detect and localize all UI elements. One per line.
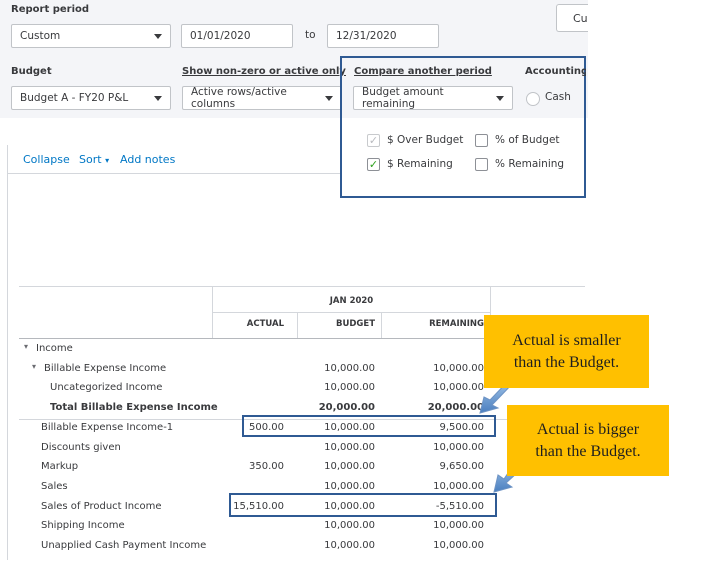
report-period-value: Custom bbox=[20, 30, 61, 42]
sort-link[interactable]: Sort ▾ bbox=[79, 153, 109, 166]
cell-budget[interactable]: 10,000.00 bbox=[298, 363, 375, 374]
cell-budget[interactable]: 10,000.00 bbox=[298, 382, 375, 393]
row-label: Shipping Income bbox=[41, 520, 125, 532]
column-divider bbox=[212, 287, 213, 339]
chevron-down-icon bbox=[496, 95, 504, 101]
cell-budget[interactable]: 10,000.00 bbox=[298, 481, 375, 492]
date-from-input[interactable]: 01/01/2020 bbox=[181, 24, 293, 48]
compare-period-highlight bbox=[340, 56, 586, 198]
collapse-link[interactable]: Collapse bbox=[23, 153, 70, 166]
show-nonzero-label[interactable]: Show non-zero or active only bbox=[182, 66, 346, 77]
over-budget-label: $ Over Budget bbox=[387, 134, 464, 146]
row-divider bbox=[19, 557, 585, 558]
callout-smaller-line2: than the Budget. bbox=[513, 353, 620, 371]
cell-remaining[interactable]: 10,000.00 bbox=[382, 540, 484, 551]
caret-down-icon: ▾ bbox=[105, 156, 110, 165]
callout-bigger-line1: Actual is bigger bbox=[536, 420, 640, 438]
cash-radio[interactable] bbox=[526, 92, 540, 106]
cell-remaining[interactable]: 10,000.00 bbox=[382, 382, 484, 393]
row-label: Uncategorized Income bbox=[50, 382, 163, 394]
chevron-down-icon bbox=[154, 33, 162, 39]
row-label: Markup bbox=[41, 461, 79, 473]
cell-remaining[interactable]: 9,650.00 bbox=[382, 461, 484, 472]
row-label: Total Billable Expense Income bbox=[50, 402, 218, 414]
row-label: Billable Expense Income bbox=[44, 362, 167, 374]
percent-of-budget-label: % of Budget bbox=[495, 134, 560, 146]
percent-of-budget-checkbox[interactable] bbox=[475, 134, 488, 147]
table-row: Unapplied Cash Payment Income 10,000.00 10… bbox=[0, 538, 590, 558]
chevron-down-icon bbox=[325, 95, 333, 101]
row-label: Billable Expense Income-1 bbox=[41, 421, 174, 433]
over-budget-checkbox[interactable]: ✓ bbox=[367, 134, 380, 147]
budget-value: Budget A - FY20 P&L bbox=[20, 92, 129, 104]
callout-bigger: Actual is bigger than the Budget. bbox=[507, 405, 669, 476]
chevron-down-icon[interactable]: ▾ bbox=[24, 342, 28, 351]
column-header-remaining: REMAINING bbox=[429, 319, 484, 329]
table-row: Shipping Income 10,000.00 10,000.00 bbox=[0, 518, 590, 538]
chevron-down-icon[interactable]: ▾ bbox=[32, 362, 36, 371]
cell-budget[interactable]: 20,000.00 bbox=[298, 402, 375, 413]
budget-select[interactable]: Budget A - FY20 P&L bbox=[11, 86, 171, 110]
cell-remaining[interactable]: 10,000.00 bbox=[382, 363, 484, 374]
header-mid-rule bbox=[212, 312, 490, 313]
budget-label: Budget bbox=[11, 66, 52, 77]
cell-remaining[interactable]: 10,000.00 bbox=[382, 520, 484, 531]
callout-smaller-line1: Actual is smaller bbox=[512, 331, 621, 349]
add-notes-link[interactable]: Add notes bbox=[120, 153, 175, 166]
cell-remaining[interactable]: 10,000.00 bbox=[382, 481, 484, 492]
show-nonzero-select[interactable]: Active rows/active columns bbox=[182, 86, 342, 110]
report-period-label: Report period bbox=[11, 4, 90, 15]
chevron-down-icon bbox=[154, 95, 162, 101]
compare-period-value: Budget amount remaining bbox=[362, 86, 444, 110]
cell-budget[interactable]: 10,000.00 bbox=[298, 442, 375, 453]
sort-label: Sort bbox=[79, 153, 102, 166]
column-header-actual: ACTUAL bbox=[246, 319, 284, 329]
highlight-smaller-row bbox=[242, 415, 496, 437]
remaining-label: $ Remaining bbox=[387, 158, 453, 170]
row-label: Discounts given bbox=[41, 441, 121, 453]
cell-budget[interactable]: 10,000.00 bbox=[298, 540, 375, 551]
cell-budget[interactable]: 10,000.00 bbox=[298, 520, 375, 531]
remaining-checkbox[interactable]: ✓ bbox=[367, 158, 380, 171]
row-label: Sales bbox=[41, 480, 68, 492]
highlight-bigger-row bbox=[229, 493, 497, 517]
row-label: Unapplied Cash Payment Income bbox=[41, 540, 207, 551]
compare-period-select[interactable]: Budget amount remaining bbox=[353, 86, 513, 110]
row-label: Income bbox=[36, 343, 73, 354]
column-header-budget: BUDGET bbox=[335, 319, 375, 329]
callout-bigger-line2: than the Budget. bbox=[535, 442, 641, 460]
row-label: Sales of Product Income bbox=[41, 500, 162, 512]
cell-actual[interactable]: 350.00 bbox=[213, 461, 284, 472]
cell-remaining[interactable]: 20,000.00 bbox=[382, 402, 484, 413]
report-period-select[interactable]: Custom bbox=[11, 24, 171, 48]
cell-remaining[interactable]: 10,000.00 bbox=[382, 442, 484, 453]
show-nonzero-value: Active rows/active columns bbox=[191, 86, 287, 110]
date-to-input[interactable]: 12/31/2020 bbox=[327, 24, 439, 48]
percent-remaining-label: % Remaining bbox=[495, 158, 565, 170]
to-label: to bbox=[305, 29, 316, 41]
percent-remaining-checkbox[interactable] bbox=[475, 158, 488, 171]
callout-smaller: Actual is smaller than the Budget. bbox=[484, 315, 649, 388]
cell-budget[interactable]: 10,000.00 bbox=[298, 461, 375, 472]
period-header: JAN 2020 bbox=[329, 296, 374, 306]
toolbar-divider bbox=[7, 173, 340, 174]
cash-label: Cash bbox=[545, 91, 571, 103]
customize-button[interactable]: Cu bbox=[556, 4, 588, 32]
accounting-method-label: Accounting m bbox=[525, 66, 586, 77]
compare-period-label[interactable]: Compare another period bbox=[354, 66, 492, 77]
